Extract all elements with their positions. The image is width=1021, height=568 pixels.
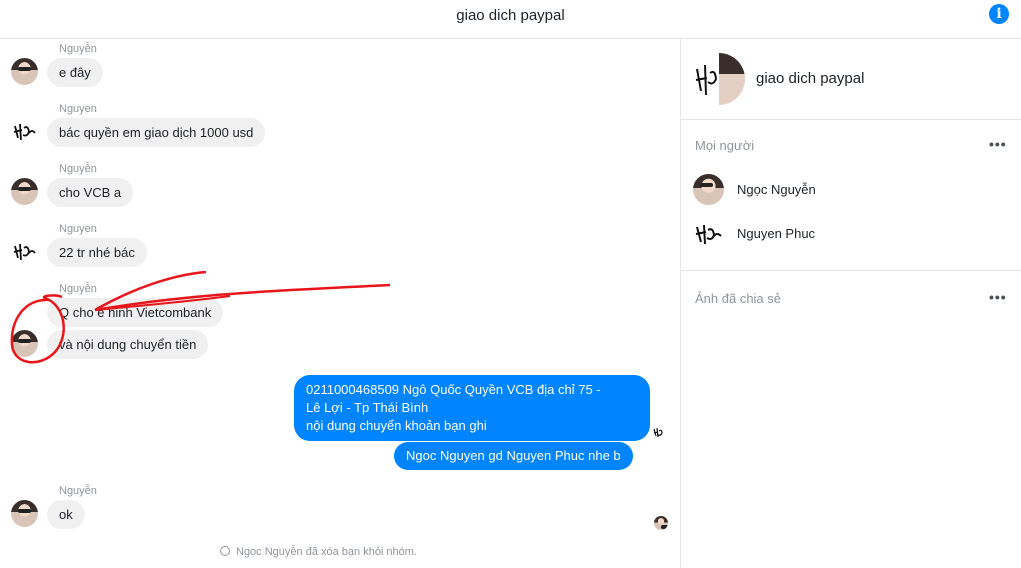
sender-name: Nguyễn [59, 163, 97, 175]
message-line: 0211000468509 Ngô Quốc Quyền VCB địa chỉ… [306, 382, 601, 397]
avatar[interactable] [11, 500, 38, 527]
remove-icon [220, 546, 230, 556]
message-bubble[interactable]: cho VCB a [47, 178, 134, 207]
info-icon[interactable]: i [989, 4, 1009, 24]
message-bubble[interactable]: ok [47, 500, 85, 529]
annotation-arrow [10, 270, 391, 364]
message-bubble[interactable]: e đây [47, 58, 103, 87]
more-options-icon[interactable]: ••• [989, 136, 1007, 152]
outgoing-message-bubble[interactable]: 0211000468509 Ngô Quốc Quyền VCB địa chỉ… [294, 375, 650, 441]
message-bubble[interactable]: bác quyền em giao dịch 1000 usd [47, 118, 266, 147]
people-section-label: Mọi người [695, 138, 755, 153]
message-line: Lê Lợi - Tp Thái Bình [306, 400, 429, 415]
shared-photos-label: Ảnh đã chia sẻ [695, 291, 782, 306]
system-message: Ngọc Nguyễn đã xóa bạn khỏi nhóm. [220, 546, 417, 558]
avatar[interactable] [11, 118, 38, 145]
system-message-text: Ngọc Nguyễn đã xóa bạn khỏi nhóm. [236, 546, 418, 558]
message-bubble[interactable]: 22 tr nhé bác [47, 238, 147, 267]
more-options-icon[interactable]: ••• [989, 289, 1007, 305]
conversation-title: giao dich paypal [456, 7, 565, 24]
seen-avatar [652, 425, 666, 439]
member-name[interactable]: Ngọc Nguyễn [737, 182, 816, 197]
member-avatar[interactable] [693, 218, 724, 249]
outgoing-message-bubble[interactable]: Ngoc Nguyen gd Nguyen Phuc nhe b [394, 442, 633, 470]
sender-name: Nguyen [59, 223, 97, 235]
sender-name: Nguyen [59, 103, 97, 115]
message-bubble[interactable]: và nội dung chuyển tiền [47, 330, 209, 359]
divider [681, 270, 1021, 271]
avatar[interactable] [11, 238, 38, 265]
message-bubble[interactable]: Q cho e hinh Vietcombank [47, 298, 224, 327]
sender-name: Nguyễn [59, 43, 97, 55]
seen-avatar [654, 516, 668, 530]
sidebar-title: giao dich paypal [756, 70, 865, 87]
member-avatar[interactable] [693, 174, 724, 205]
sender-name: Nguyễn [59, 485, 97, 497]
message-line: nội dung chuyển khoản bạn ghi [306, 418, 487, 433]
chat-header: giao dich paypal i [0, 0, 1021, 39]
member-name[interactable]: Nguyen Phuc [737, 226, 815, 241]
avatar[interactable] [11, 330, 38, 357]
avatar[interactable] [11, 178, 38, 205]
divider [681, 119, 1021, 120]
avatar[interactable] [11, 58, 38, 85]
sender-name: Nguyễn [59, 283, 97, 295]
group-avatar[interactable] [693, 53, 745, 105]
